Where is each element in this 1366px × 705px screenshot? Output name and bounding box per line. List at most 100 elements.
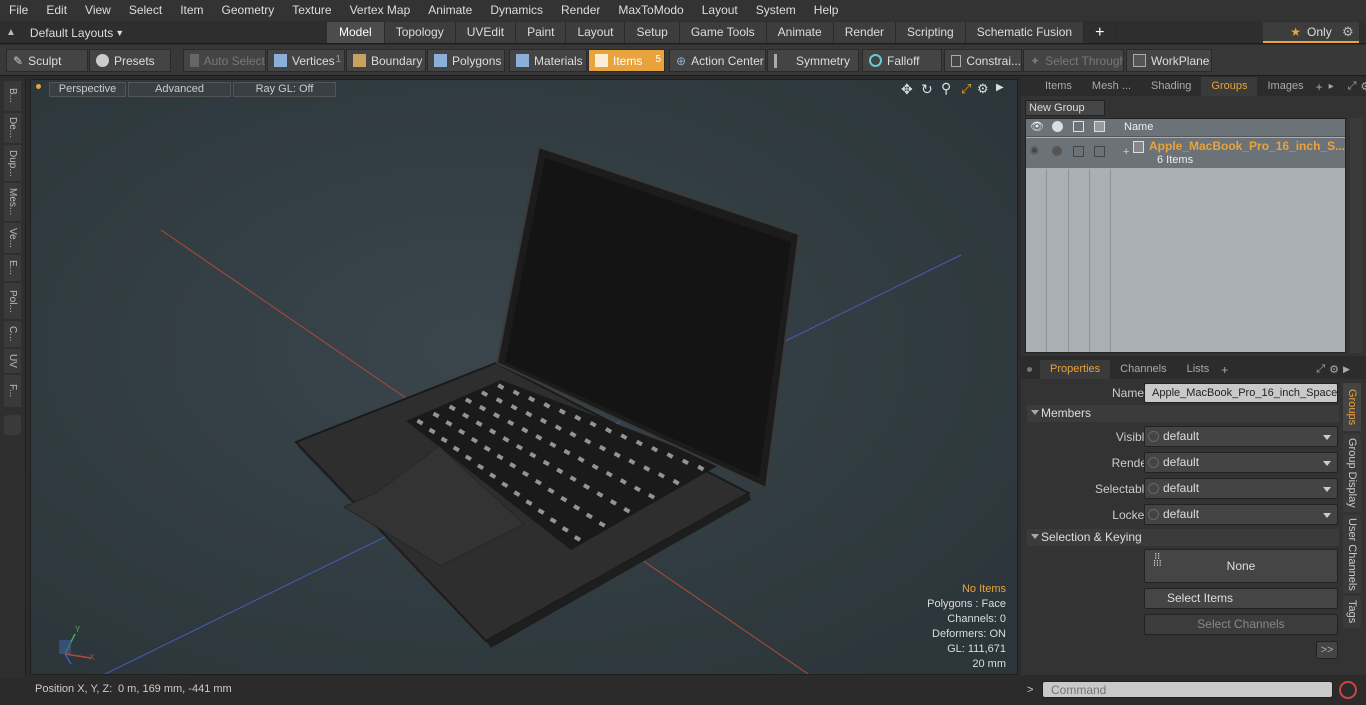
render-keyframe-icon[interactable] [1148,457,1159,468]
menu-help[interactable]: Help [805,0,848,21]
add-tab-button[interactable]: + [1084,22,1117,43]
none-button[interactable]: ⁝⁝ ⁝⁝⁝ None [1144,549,1338,583]
tab-game-tools[interactable]: Game Tools [679,22,767,43]
advanced-button[interactable]: Advanced [128,82,231,97]
name-field[interactable]: Apple_MacBook_Pro_16_inch_Space_ [1144,383,1338,403]
action-center-button[interactable]: ⊕ Action Center [669,49,766,72]
new-group-button[interactable]: New Group [1025,100,1105,116]
add-tab-icon[interactable]: + [1316,80,1323,94]
raygl-button[interactable]: Ray GL: Off [233,82,336,97]
tool-tab-edge[interactable]: E... [4,255,21,281]
menu-geometry[interactable]: Geometry [213,0,284,21]
render-select[interactable]: default [1144,452,1338,473]
collapse-arrow-icon[interactable]: ▲ [6,27,16,38]
visibility-eye-icon[interactable]: 👁 [1030,120,1044,133]
menu-system[interactable]: System [747,0,805,21]
menu-animate[interactable]: Animate [419,0,481,21]
tab-properties[interactable]: Properties [1040,360,1111,379]
perspective-button[interactable]: Perspective [49,82,126,97]
record-icon[interactable] [1339,681,1357,699]
view-settings-gear-icon[interactable]: ⚙ [977,81,989,97]
side-tab-user-channels[interactable]: User Channels [1343,515,1361,593]
viewport-menu-dot[interactable] [36,84,41,89]
tool-tab-extra[interactable] [4,415,21,435]
tab-scripting[interactable]: Scripting [896,22,966,43]
tab-render[interactable]: Render [833,22,897,43]
name-column-header[interactable]: Name [1124,121,1153,133]
select-through-button[interactable]: ✦ Select Through [1023,49,1124,72]
row-select-checkbox[interactable] [1073,146,1084,157]
panel-arrow-icon[interactable]: ▶ [1343,364,1350,375]
more-button[interactable]: >> [1316,641,1338,659]
tab-channels[interactable]: Channels [1110,360,1176,379]
tool-tab-basic[interactable]: B... [4,81,21,111]
fit-view-icon[interactable]: ⤢ [961,81,971,97]
menu-render[interactable]: Render [552,0,609,21]
tab-mesh[interactable]: Mesh ... [1082,77,1141,96]
side-tab-groups[interactable]: Groups [1343,383,1361,431]
gear-icon[interactable]: ⚙ [1342,24,1354,40]
materials-button[interactable]: Materials [509,49,587,72]
presets-button[interactable]: Presets [89,49,171,72]
locked-icon[interactable] [1094,121,1105,132]
falloff-button[interactable]: Falloff [862,49,942,72]
visible-select[interactable]: default [1144,426,1338,447]
select-channels-button[interactable]: Select Channels [1144,614,1338,635]
panel-settings-gear-icon[interactable]: ⚙ [1329,363,1339,376]
locked-select[interactable]: default [1144,504,1338,525]
row-eye-icon[interactable]: ◉ [1030,145,1039,156]
tab-model[interactable]: Model [327,22,385,43]
side-tab-group-display[interactable]: Group Display [1343,434,1361,512]
members-section[interactable]: Members [1027,405,1339,422]
command-input[interactable] [1042,681,1333,698]
tab-setup[interactable]: Setup [625,22,680,43]
symmetry-button[interactable]: Symmetry [767,49,859,72]
tab-schematic-fusion[interactable]: Schematic Fusion [965,22,1085,43]
visible-keyframe-icon[interactable] [1148,431,1159,442]
panel-menu-dot[interactable] [1027,367,1032,372]
auto-select-button[interactable]: Auto Select [183,49,266,72]
tab-uvedit[interactable]: UVEdit [455,22,517,43]
tool-tab-uv[interactable]: UV [4,349,21,373]
side-tab-tags[interactable]: Tags [1343,596,1361,628]
layout-selector[interactable]: ▲ Default Layouts ▼ [6,24,124,41]
tool-tab-polygon[interactable]: Pol... [4,283,21,319]
vertices-button[interactable]: Vertices 1 [267,49,345,72]
row-lock-checkbox[interactable] [1094,146,1105,157]
polygons-button[interactable]: Polygons [427,49,505,72]
menu-file[interactable]: File [0,0,37,21]
tab-items[interactable]: Items [1035,77,1082,96]
panel-settings-gear-icon[interactable]: ⚙ [1360,80,1366,93]
expand-arrow-icon[interactable]: ▶ [996,82,1004,93]
row-render-icon[interactable] [1052,146,1062,156]
tab-paint[interactable]: Paint [516,22,567,43]
tool-tab-duplicate[interactable]: Dup... [4,145,21,181]
expand-panel-icon[interactable]: ⤢ [1348,80,1357,93]
workplane-button[interactable]: WorkPlane [1126,49,1212,72]
groups-scrollbar[interactable] [1350,118,1362,353]
boundary-button[interactable]: Boundary [346,49,426,72]
tab-layout[interactable]: Layout [566,22,626,43]
tab-images[interactable]: Images [1257,77,1313,96]
selection-keying-section[interactable]: Selection & Keying [1027,529,1339,546]
selectable-icon[interactable] [1073,121,1084,132]
tab-lists[interactable]: Lists [1177,360,1220,379]
tool-tab-fusion[interactable]: F... [4,375,21,407]
expand-panel-icon[interactable]: ⤢ [1316,363,1325,376]
more-tabs-icon[interactable]: ▸ [1329,81,1334,92]
tab-groups[interactable]: Groups [1201,77,1258,96]
selectable-select[interactable]: default [1144,478,1338,499]
constraints-button[interactable]: Constrai... [944,49,1022,72]
tool-tab-curve[interactable]: C... [4,321,21,347]
menu-edit[interactable]: Edit [37,0,76,21]
zoom-view-icon[interactable]: ⚲ [941,80,951,97]
select-items-button[interactable]: Select Items [1144,588,1338,609]
menu-maxtomodo[interactable]: MaxToModo [609,0,692,21]
items-button[interactable]: Items 5 [588,49,665,72]
selectable-keyframe-icon[interactable] [1148,483,1159,494]
locked-keyframe-icon[interactable] [1148,509,1159,520]
tab-shading[interactable]: Shading [1141,77,1201,96]
3d-viewport[interactable]: Y X Perspective Advanced Ray GL: Off ✥ ↻… [30,79,1018,675]
table-row[interactable]: ◉ + Apple_MacBook_Pro_16_inch_S... 6 Ite… [1026,138,1345,168]
menu-layout[interactable]: Layout [693,0,747,21]
